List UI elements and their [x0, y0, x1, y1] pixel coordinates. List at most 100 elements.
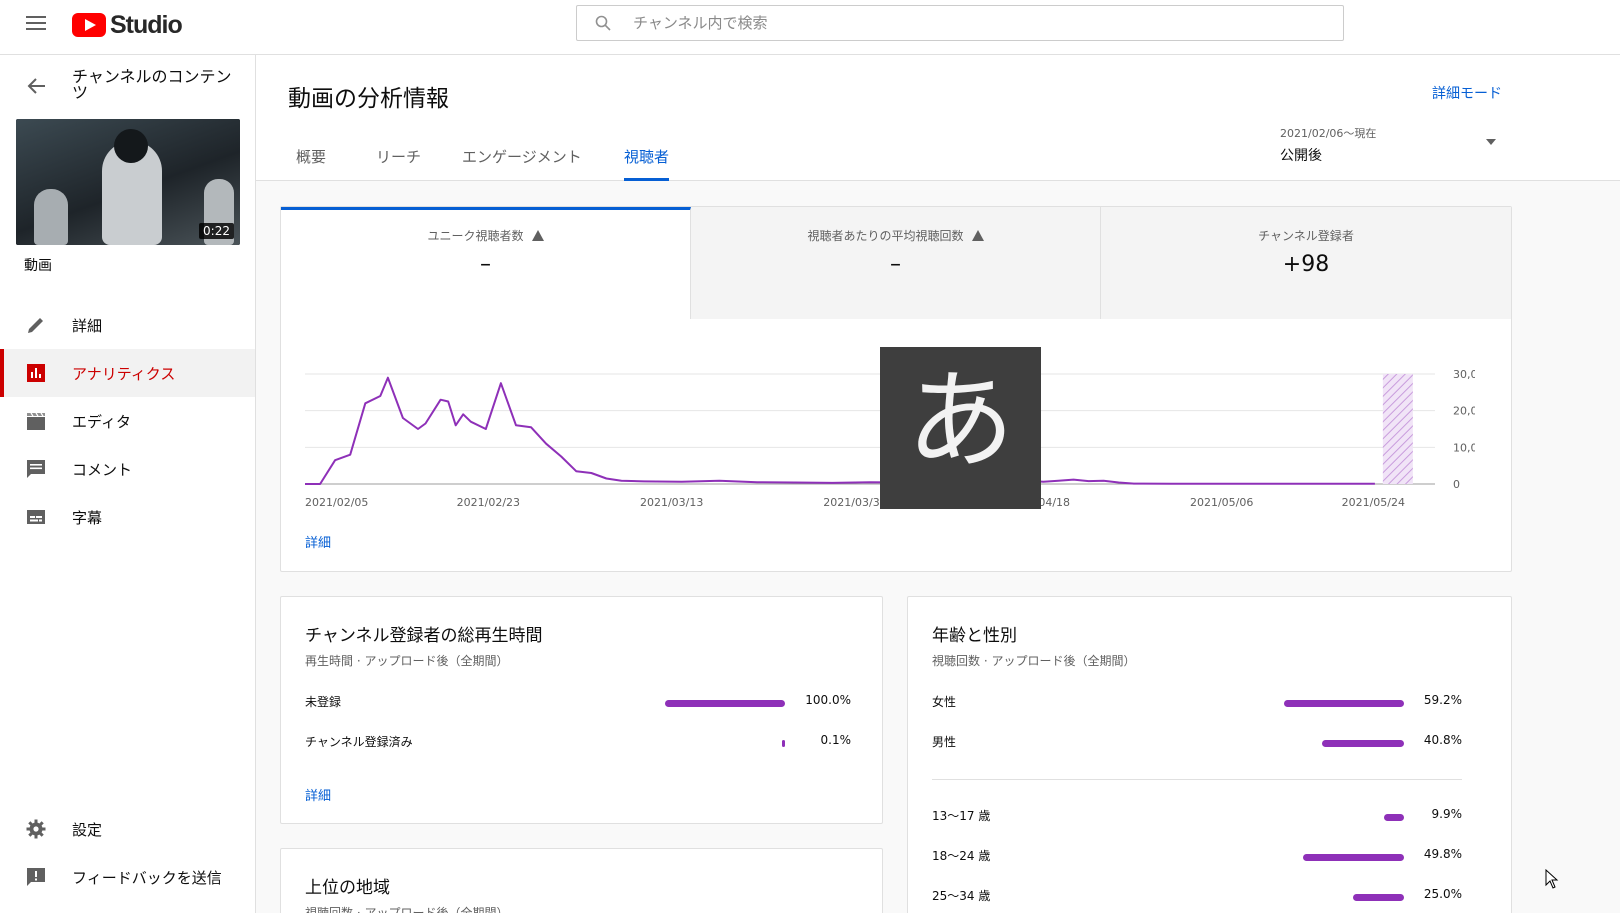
card-subtitle: 視聴回数 · アップロード後（全期間）: [305, 906, 509, 913]
metric-unique-viewers[interactable]: ユニーク視聴者数 –: [281, 207, 691, 319]
sidebar-item-settings[interactable]: 設定: [0, 805, 255, 853]
metric-subscribers[interactable]: チャンネル登録者 +98: [1101, 207, 1511, 319]
subscriber-rows: 未登録 100.0% チャンネル登録済み 0.1%: [305, 693, 851, 773]
y-tick-label: 20,000: [1453, 405, 1475, 418]
main-header: 動画の分析情報 詳細モード 概要 リーチ エンゲージメント 視聴者 2021/0…: [256, 55, 1620, 181]
row-value: 100.0%: [805, 693, 851, 707]
row-value: 25.0%: [1423, 887, 1462, 901]
list-item: 未登録 100.0%: [305, 693, 851, 713]
card-title: 上位の地域: [305, 878, 390, 898]
list-item: 男性 40.8%: [932, 733, 1462, 753]
list-item: 18～24 歳 49.8%: [932, 847, 1462, 867]
subtitles-icon: [27, 510, 45, 524]
row-label: 女性: [932, 695, 957, 709]
row-value: 49.8%: [1423, 847, 1462, 861]
card-subtitle: 視聴回数 · アップロード後（全期間）: [932, 654, 1136, 668]
comment-icon: [27, 460, 45, 478]
divider: [932, 779, 1462, 780]
sidebar-item-feedback[interactable]: フィードバックを送信: [0, 853, 255, 901]
row-bar: [665, 700, 785, 707]
y-tick-label: 10,000: [1453, 441, 1475, 454]
warning-icon: [531, 230, 544, 241]
search-input[interactable]: [633, 8, 1323, 38]
sidebar-item-subtitles[interactable]: 字幕: [0, 493, 255, 541]
incomplete-data-region: [1382, 374, 1413, 484]
row-label: 男性: [932, 735, 957, 749]
search-icon: [595, 15, 611, 31]
row-value: 9.9%: [1431, 807, 1463, 821]
row-bar: [1303, 854, 1404, 861]
tab-engagement[interactable]: エンゲージメント: [462, 135, 582, 181]
sidebar-item-label: コメント: [72, 461, 133, 479]
metric-value: +98: [1282, 252, 1330, 277]
studio-logo[interactable]: Studio: [72, 10, 183, 40]
sidebar-item-label: エディタ: [72, 413, 131, 431]
sidebar-item-label: 詳細: [72, 317, 103, 335]
stats-details-link[interactable]: 詳細: [305, 532, 331, 551]
detail-mode-link[interactable]: 詳細モード: [1432, 83, 1502, 103]
age-rows: 13～17 歳 9.9% 18～24 歳 49.8% 25～34 歳 25.0%: [932, 807, 1462, 913]
dropdown-caret-icon: [1486, 139, 1496, 145]
list-item: 13～17 歳 9.9%: [932, 807, 1462, 827]
metric-label: 視聴者あたりの平均視聴回数: [807, 229, 964, 243]
video-thumbnail[interactable]: 0:22: [16, 119, 240, 245]
tab-audience[interactable]: 視聴者: [624, 135, 670, 181]
metric-label: ユニーク視聴者数: [427, 229, 524, 243]
row-value: 0.1%: [820, 733, 852, 747]
feedback-icon: [27, 868, 45, 886]
tab-reach[interactable]: リーチ: [376, 135, 421, 181]
row-bar: [782, 740, 785, 747]
metric-value: –: [890, 252, 901, 277]
sidebar-item-analytics[interactable]: アナリティクス: [0, 349, 255, 397]
sidebar-bottom: 設定 フィードバックを送信: [0, 805, 255, 901]
youtube-logo-icon: [72, 13, 106, 37]
gear-icon: [26, 819, 46, 839]
x-tick-label: 2021/05/24: [1342, 496, 1405, 509]
clapperboard-icon: [27, 412, 45, 430]
sidebar-item-label: 設定: [72, 821, 103, 839]
y-tick-label: 0: [1453, 478, 1460, 491]
series-line: [305, 376, 1375, 485]
row-value: 40.8%: [1423, 733, 1462, 747]
top-regions-card: 上位の地域 視聴回数 · アップロード後（全期間）: [280, 848, 883, 913]
list-item: 25～34 歳 25.0%: [932, 887, 1462, 907]
card-subtitle: 再生時間 · アップロード後（全期間）: [305, 654, 509, 668]
date-range-selector[interactable]: 2021/02/06～現在 公開後: [1280, 125, 1506, 165]
tab-overview[interactable]: 概要: [296, 135, 326, 181]
duration-badge: 0:22: [199, 223, 234, 239]
sidebar-item-label: 字幕: [72, 509, 103, 527]
row-label: 18～24 歳: [932, 849, 991, 863]
row-value: 59.2%: [1423, 693, 1462, 707]
menu-icon[interactable]: [26, 16, 46, 32]
x-tick-label: 2021/05/06: [1190, 496, 1253, 509]
sidebar-item-details[interactable]: 詳細: [0, 301, 255, 349]
metric-label: チャンネル登録者: [1258, 229, 1354, 243]
sidebar-item-comments[interactable]: コメント: [0, 445, 255, 493]
row-bar: [1322, 740, 1404, 747]
age-gender-card: 年齢と性別 視聴回数 · アップロード後（全期間） 女性 59.2% 男性 40…: [907, 596, 1512, 913]
x-tick-label: 2021/02/05: [305, 496, 368, 509]
row-label: 未登録: [305, 695, 342, 709]
watchtime-details-link[interactable]: 詳細: [305, 785, 331, 804]
sidebar-item-editor[interactable]: エディタ: [0, 397, 255, 445]
card-title: チャンネル登録者の総再生時間: [305, 626, 543, 646]
logo-text: Studio: [110, 10, 183, 39]
list-item: 女性 59.2%: [932, 693, 1462, 713]
date-range-label: 公開後: [1280, 148, 1322, 164]
gender-rows: 女性 59.2% 男性 40.8%: [932, 693, 1462, 773]
search-box[interactable]: [576, 5, 1344, 41]
ime-indicator-overlay: あ: [880, 347, 1041, 509]
card-title: 年齢と性別: [932, 626, 1017, 646]
list-item: チャンネル登録済み 0.1%: [305, 733, 851, 753]
y-tick-label: 30,000: [1453, 368, 1475, 381]
channel-content-link[interactable]: チャンネルのコンテンツ: [72, 69, 242, 101]
video-label: 動画: [24, 258, 52, 274]
metric-value: –: [480, 252, 491, 277]
pencil-icon: [28, 318, 43, 333]
analytics-icon: [27, 364, 45, 382]
row-label: チャンネル登録済み: [305, 735, 413, 749]
back-arrow-icon[interactable]: [26, 75, 48, 97]
subscriber-watchtime-card: チャンネル登録者の総再生時間 再生時間 · アップロード後（全期間） 未登録 1…: [280, 596, 883, 824]
metric-avg-views-per-viewer[interactable]: 視聴者あたりの平均視聴回数 –: [691, 207, 1101, 319]
row-label: 13～17 歳: [932, 809, 991, 823]
